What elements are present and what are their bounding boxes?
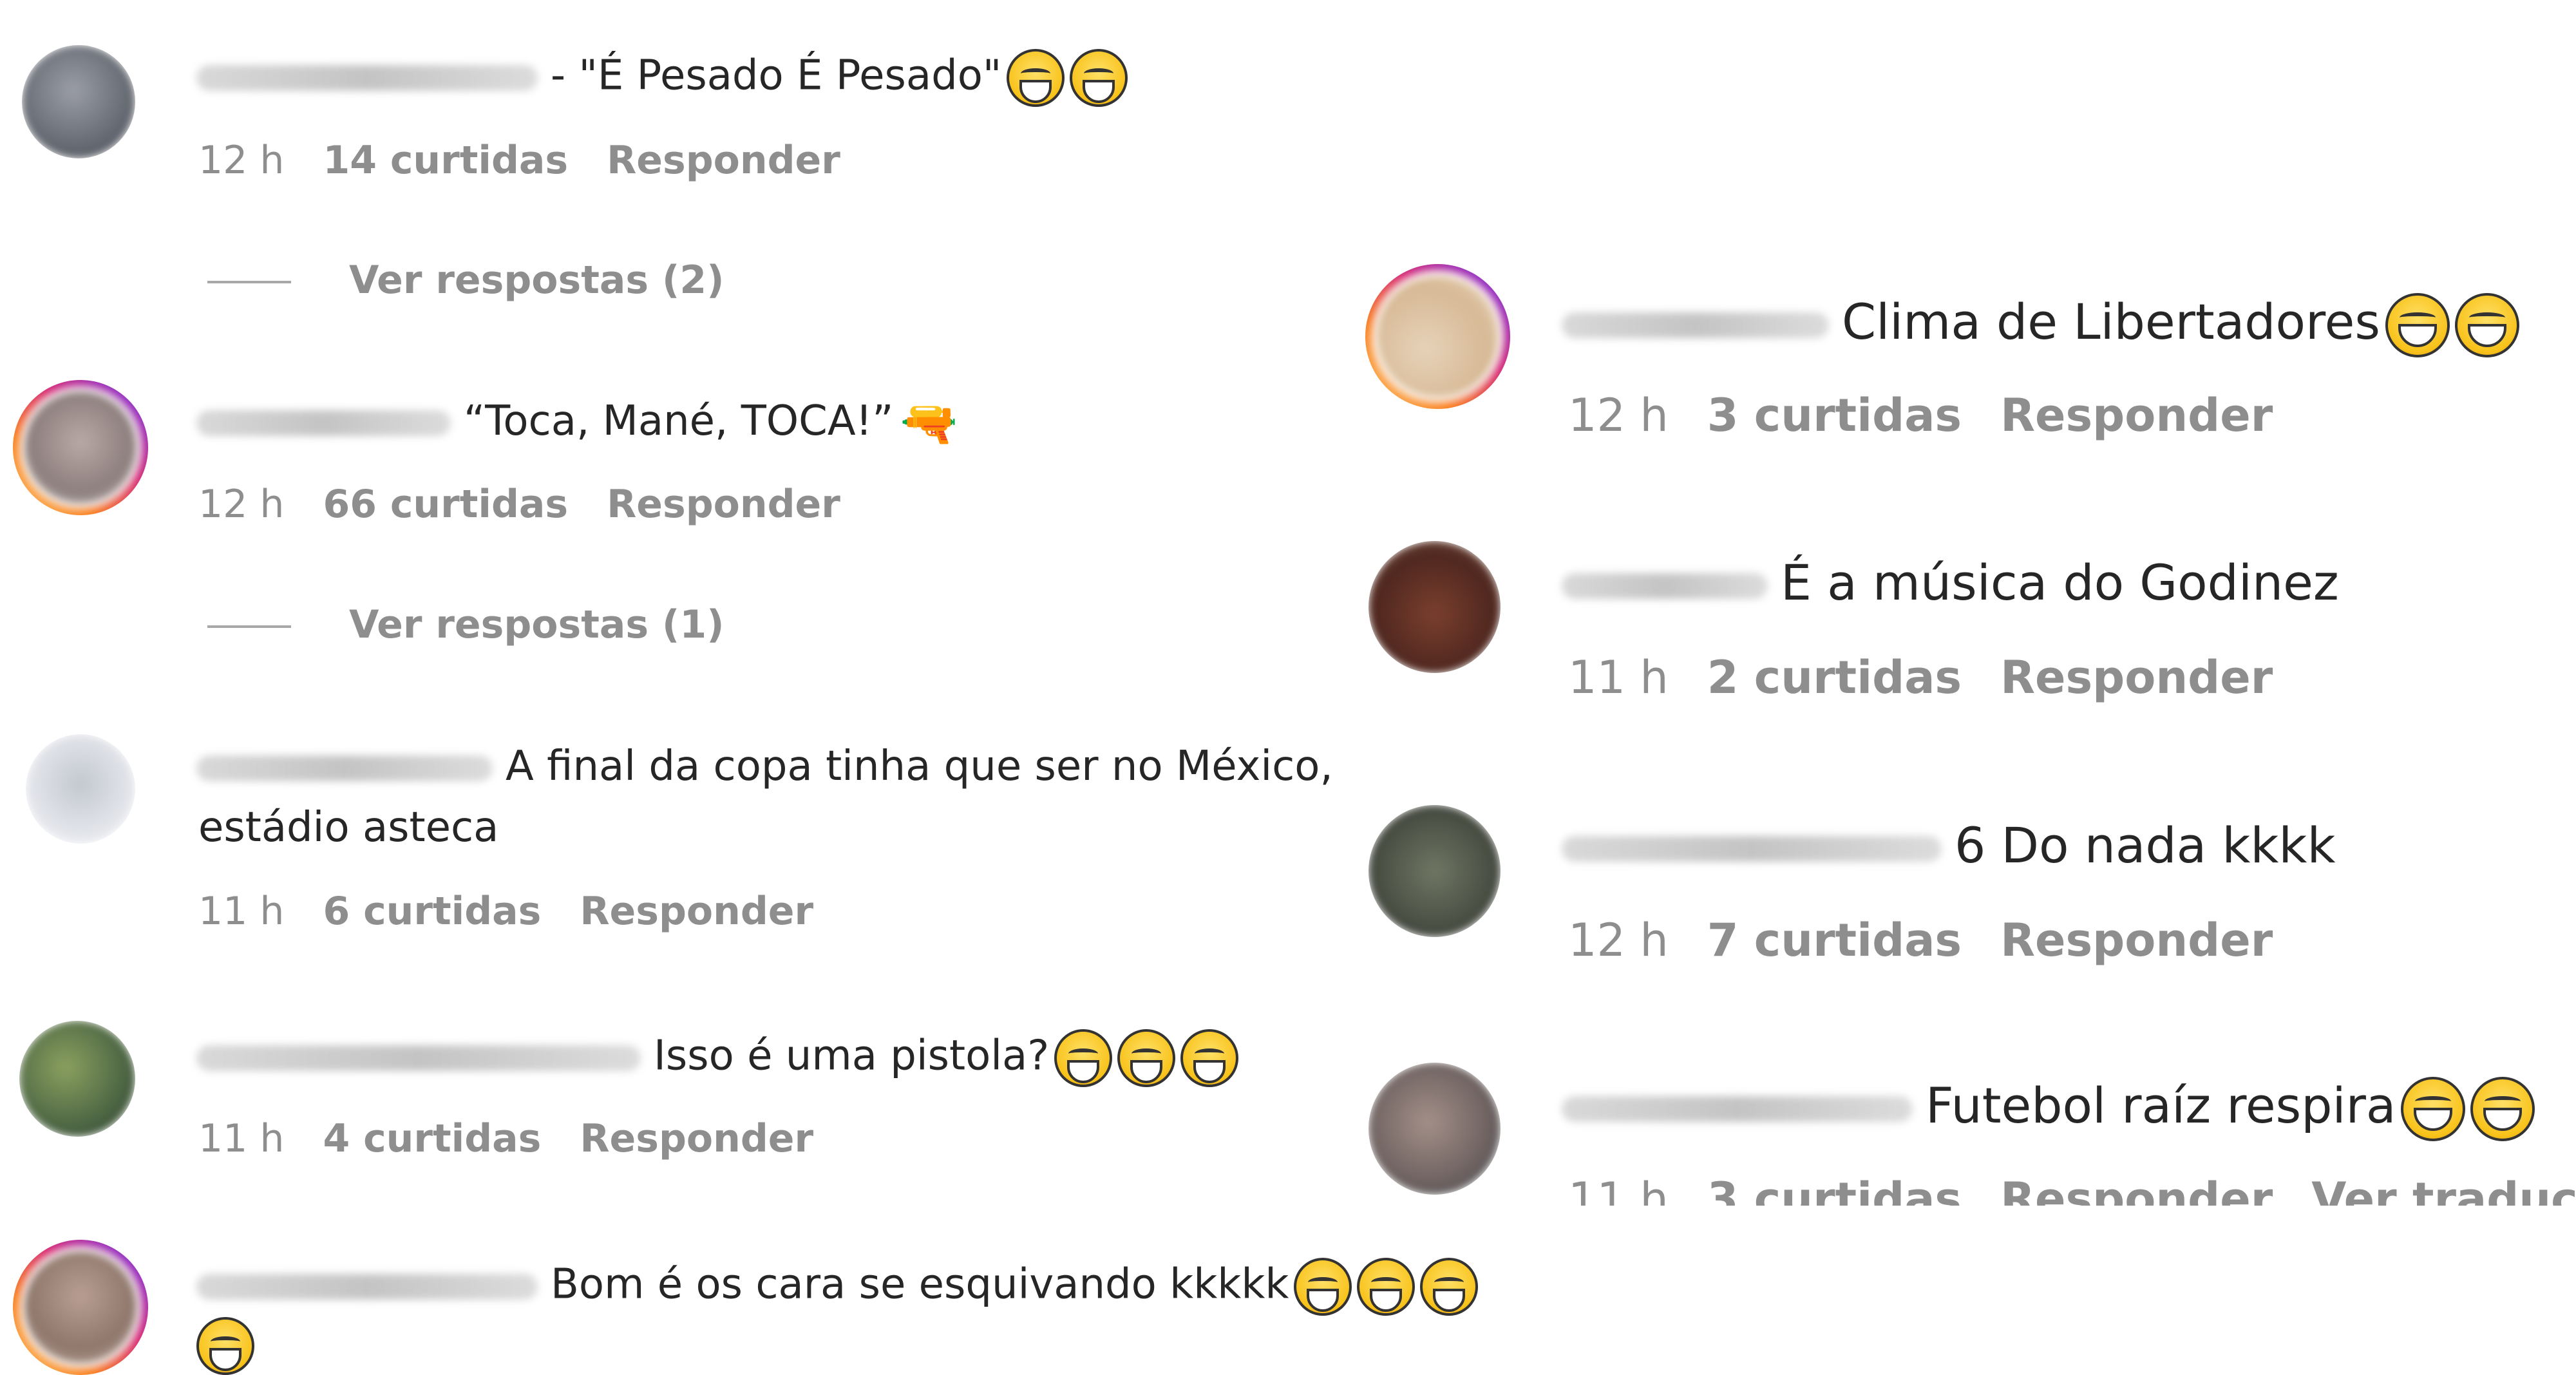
avatar[interactable] [22, 45, 135, 158]
laughing-emoji-icon [2470, 1077, 2535, 1141]
like-count[interactable]: 14 curtidas [323, 138, 568, 183]
comment-time: 11 h [198, 889, 285, 934]
laughing-emoji-icon [2385, 293, 2450, 357]
like-count[interactable]: 4 curtidas [323, 1116, 541, 1161]
view-replies-button[interactable]: Ver respostas (2) [207, 258, 724, 303]
laughing-emoji-icon [2454, 293, 2519, 357]
blurred-username[interactable] [196, 410, 451, 437]
view-replies-label: Ver respostas (1) [349, 602, 724, 647]
comment-text: Futebol raíz respira [1926, 1077, 2396, 1134]
blurred-username[interactable] [196, 755, 493, 782]
blurred-username[interactable] [196, 1274, 538, 1300]
comment-time: 12 h [1568, 914, 1669, 967]
comment-text: Bom é os cara se esquivando kkkkk [551, 1260, 1289, 1309]
laughing-emoji-icon [196, 1317, 254, 1375]
comment-text: É a música do Godinez [1781, 554, 2339, 611]
like-count[interactable]: 66 curtidas [323, 482, 568, 527]
laughing-emoji-icon [1357, 1258, 1416, 1316]
view-replies-label: Ver respostas (2) [349, 258, 724, 303]
see-translation-button[interactable]: Ver tradução [2311, 1179, 2576, 1206]
laughing-emoji-icon [1180, 1029, 1239, 1087]
laughing-emoji-icon [1420, 1258, 1479, 1316]
like-count[interactable]: 6 curtidas [323, 889, 541, 934]
blurred-username[interactable] [196, 1045, 641, 1071]
blurred-username[interactable] [1562, 836, 1942, 862]
laughing-emoji-icon [1117, 1029, 1176, 1087]
laughing-emoji-icon [1294, 1258, 1352, 1316]
comment-time: 11 h [198, 1116, 285, 1161]
reply-button[interactable]: Responder [2000, 914, 2273, 967]
avatar[interactable] [26, 734, 135, 844]
comment-text: Isso é uma pistola? [654, 1032, 1050, 1080]
avatar[interactable] [1368, 541, 1501, 673]
comment-time: 12 h [198, 138, 285, 183]
reply-button[interactable]: Responder [580, 1116, 813, 1161]
comment-text: 6 Do nada kkkk [1955, 817, 2336, 874]
comment-text: - "É Pesado É Pesado" [551, 52, 1002, 100]
divider-line [207, 625, 291, 629]
reply-button[interactable]: Responder [607, 482, 840, 527]
comment-text: Clima de Libertadores [1842, 293, 2380, 350]
comment-time: 12 h [198, 482, 285, 527]
reply-button[interactable]: Responder [607, 138, 840, 183]
comment-text: A final da copa tinha que ser no México, [506, 743, 1333, 790]
cropped-meta-row: 11 h 3 curtidas Responder Ver tradução [1562, 1179, 2576, 1206]
like-count[interactable]: 7 curtidas [1707, 914, 1962, 967]
avatar[interactable] [1365, 264, 1510, 409]
laughing-emoji-icon [1054, 1029, 1113, 1087]
comment-time: 12 h [1568, 389, 1669, 442]
avatar[interactable] [13, 380, 148, 515]
like-count[interactable]: 2 curtidas [1707, 651, 1962, 704]
water-pistol-icon: 🔫 [900, 396, 958, 451]
comment-text-continued: estádio asteca [198, 804, 499, 851]
comment-text: “Toca, Mané, TOCA!” [464, 397, 894, 445]
avatar[interactable] [1368, 1063, 1501, 1195]
avatar[interactable] [19, 1021, 135, 1137]
avatar[interactable] [1368, 805, 1501, 937]
blurred-username[interactable] [1562, 1096, 1913, 1122]
like-count[interactable]: 3 curtidas [1707, 1179, 1962, 1206]
reply-button[interactable]: Responder [2000, 1179, 2273, 1206]
blurred-username[interactable] [1562, 312, 1829, 338]
reply-button[interactable]: Responder [580, 889, 813, 934]
blurred-username[interactable] [1562, 573, 1768, 599]
avatar[interactable] [13, 1240, 148, 1375]
laughing-emoji-icon [1007, 49, 1065, 107]
comment-time: 11 h [1568, 651, 1669, 704]
laughing-emoji-icon [1070, 49, 1128, 107]
comment-time: 11 h [1568, 1179, 1669, 1206]
reply-button[interactable]: Responder [2000, 651, 2273, 704]
like-count[interactable]: 3 curtidas [1707, 389, 1962, 442]
view-replies-button[interactable]: Ver respostas (1) [207, 602, 724, 647]
laughing-emoji-icon [2401, 1077, 2466, 1141]
reply-button[interactable]: Responder [2000, 389, 2273, 442]
blurred-username[interactable] [196, 65, 538, 91]
divider-line [207, 281, 291, 284]
